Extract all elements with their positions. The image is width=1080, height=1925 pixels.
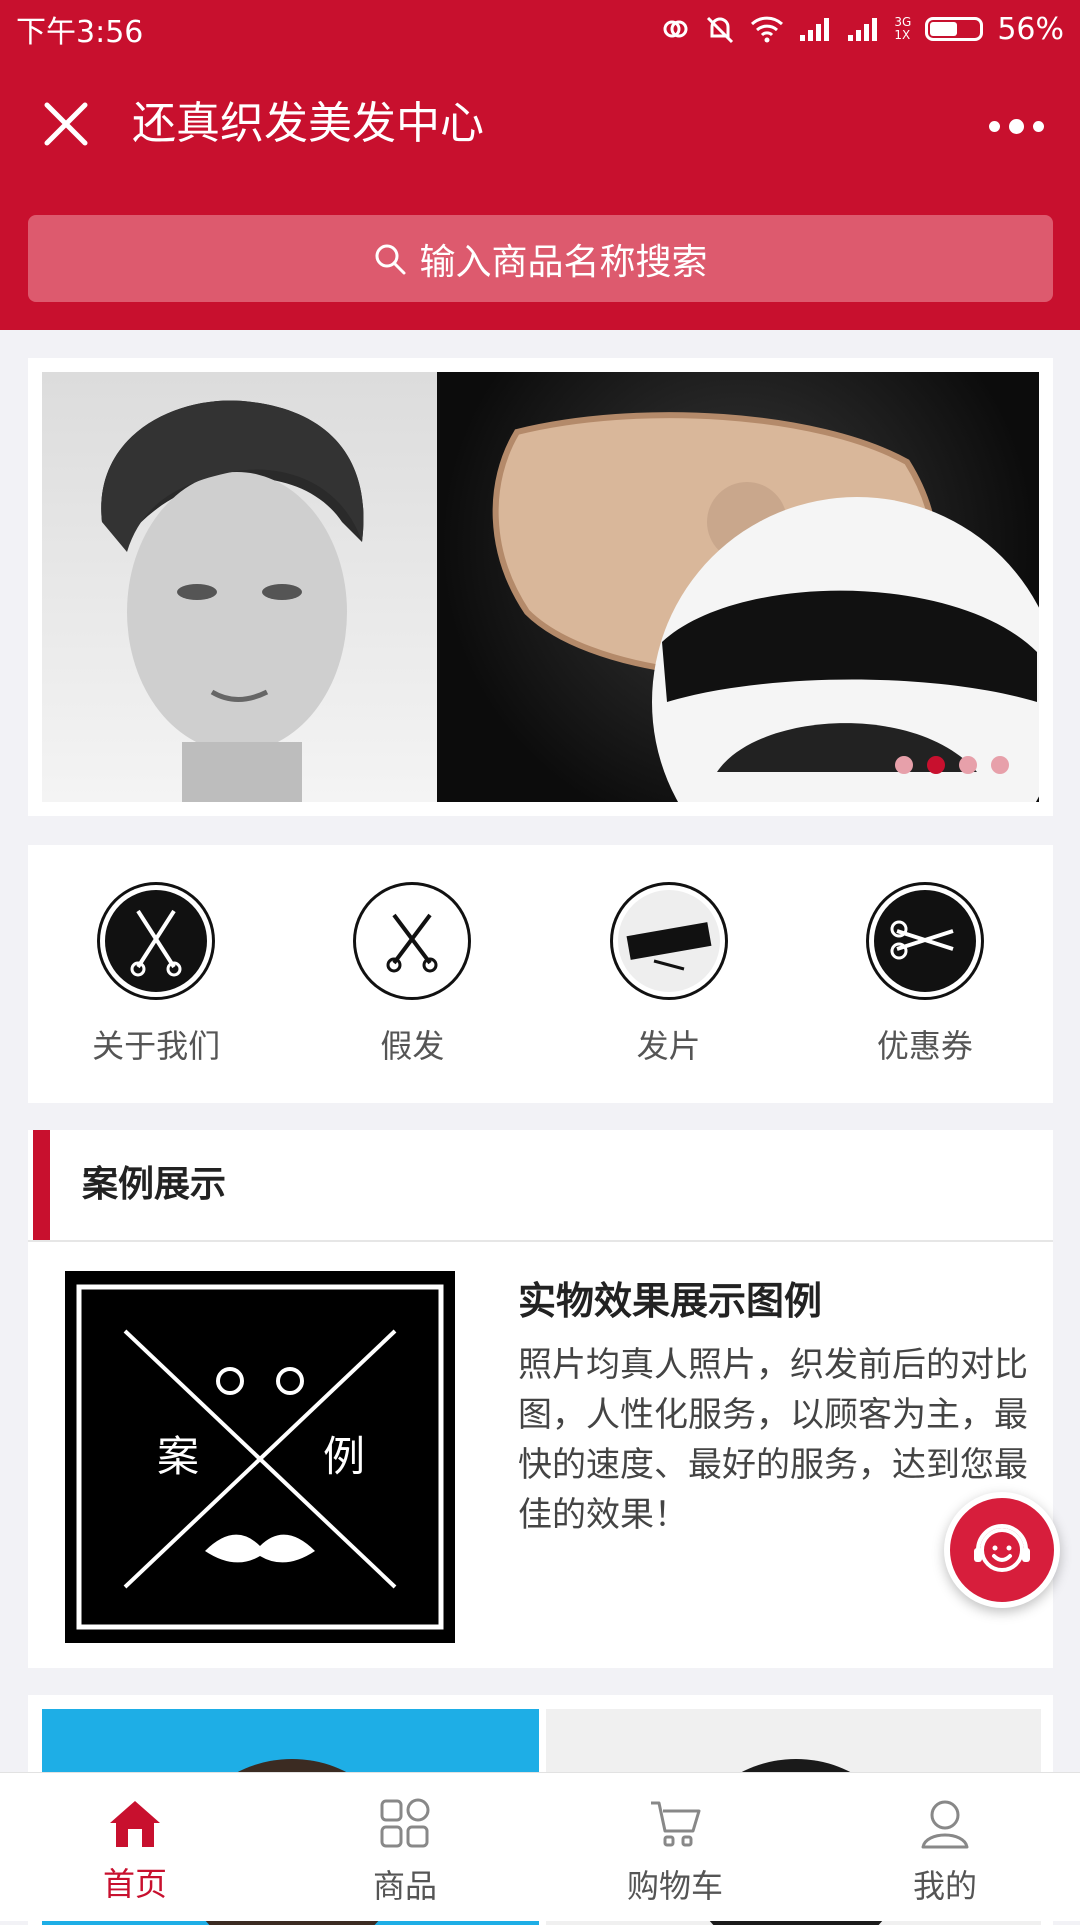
category-label: 优惠券 [876,1027,973,1065]
category-label: 假发 [380,1027,445,1065]
user-icon [921,1800,969,1849]
search-input[interactable]: 输入商品名称搜索 [28,215,1053,302]
tab-home[interactable]: 首页 [0,1773,270,1921]
signal-icon [798,15,832,43]
wig-scissors-icon [356,885,469,997]
battery-icon [925,17,984,41]
about-us-scissors-icon [100,885,213,997]
model-portrait-image [42,372,437,802]
hair-piece-icon [612,885,725,997]
app-header: 还真织发美发中心 输入商品名称搜索 [0,58,1080,330]
tab-products[interactable]: 商品 [270,1773,540,1921]
banner-carousel[interactable] [28,358,1053,816]
search-icon [375,244,406,274]
category-label: 关于我们 [92,1027,221,1065]
more-dot-icon [1033,120,1044,132]
tab-label: 购物车 [626,1867,723,1905]
category-nav: 关于我们 假发 发片 优惠券 [28,845,1053,1103]
carousel-indicator [895,756,1009,774]
page-title: 还真织发美发中心 [132,98,484,149]
case-title[interactable]: 实物效果展示图例 [518,1270,822,1325]
category-coupon[interactable]: 优惠券 [797,845,1053,1103]
tab-mine[interactable]: 我的 [810,1773,1080,1921]
grid-icon [380,1798,430,1848]
tab-label: 我的 [912,1867,977,1905]
carousel-dot[interactable] [991,756,1009,774]
case-image-text-right: 例 [323,1432,365,1481]
customer-service-button[interactable] [944,1492,1060,1608]
coupon-scissors-icon [868,885,981,997]
case-image-text-left: 案 [157,1432,199,1481]
tab-label: 首页 [102,1865,167,1903]
category-wig[interactable]: 假发 [284,845,540,1103]
home-icon [110,1801,160,1847]
wifi-icon [750,15,784,43]
category-hair-piece[interactable]: 发片 [541,845,797,1103]
close-icon [44,102,88,146]
signal-3g-icon [846,15,880,43]
status-time: 下午3:56 [16,15,144,50]
status-bar: 下午3:56 3G 1X 56% [0,0,1080,58]
close-button[interactable] [36,94,96,154]
category-label: 发片 [636,1027,701,1065]
customer-service-icon [974,1524,1030,1572]
mute-icon [704,14,736,44]
more-options-button[interactable] [989,106,1044,146]
section-accent-bar [33,1130,50,1240]
tab-label: 商品 [372,1867,437,1905]
carousel-dot[interactable] [927,756,945,774]
case-section: 案例展示 案 例 实物效果展示图例 照片均真人照片，织发前后的对比图，人性化服务… [28,1130,1053,1668]
case-thumbnail[interactable]: 案 例 [65,1271,455,1643]
hair-system-image [437,372,1039,802]
section-header: 案例展示 [28,1130,1053,1242]
tab-cart[interactable]: 购物车 [540,1773,810,1921]
category-about-us[interactable]: 关于我们 [28,845,284,1103]
banner-image[interactable] [42,372,1039,802]
more-dot-icon [1009,118,1024,134]
status-icons: 3G 1X 56% [660,12,1064,47]
search-placeholder: 输入商品名称搜索 [419,241,708,283]
carousel-dot[interactable] [959,756,977,774]
battery-percent: 56% [997,11,1064,47]
section-title: 案例展示 [82,1164,227,1205]
cart-icon [651,1801,701,1847]
battery-level [930,22,958,36]
network-type: 3G 1X [894,15,912,42]
more-dot-icon [989,120,1000,132]
link-icon [660,14,690,44]
bottom-tab-bar: 首页 商品 购物车 我的 [0,1772,1080,1921]
carousel-dot[interactable] [895,756,913,774]
